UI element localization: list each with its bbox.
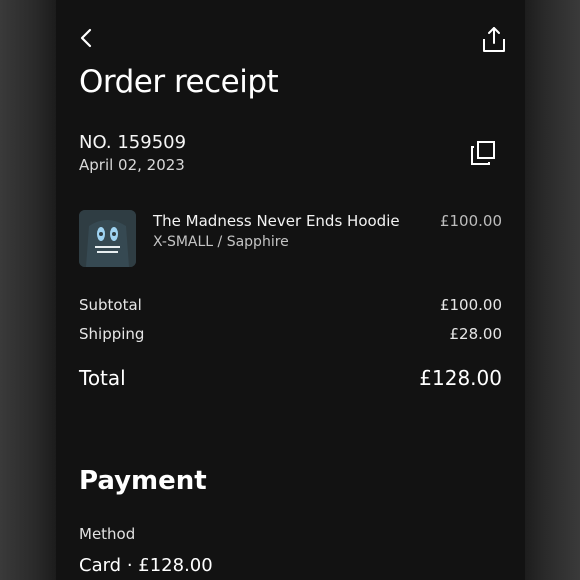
product-name[interactable]: The Madness Never Ends Hoodie [153, 212, 400, 230]
product-variant: X-SMALL / Sapphire [153, 234, 289, 250]
page-title: Order receipt [79, 64, 279, 100]
product-price: £100.00 [439, 212, 502, 230]
payment-section-title: Payment [79, 466, 207, 496]
total-label: Total [79, 366, 126, 390]
chevron-left-icon [80, 28, 92, 48]
order-date: April 02, 2023 [79, 156, 185, 174]
back-button[interactable] [74, 24, 98, 52]
share-icon [483, 27, 505, 52]
total-value: £128.00 [419, 366, 502, 390]
receipt-screen: Order receipt NO. 159509 April 02, 2023 … [56, 0, 525, 580]
subtotal-label: Subtotal [79, 296, 142, 314]
subtotal-value: £100.00 [439, 296, 502, 314]
order-number: NO. 159509 [79, 132, 187, 153]
hoodie-image [79, 210, 136, 267]
product-thumbnail[interactable] [79, 210, 136, 267]
shipping-value: £28.00 [449, 325, 503, 343]
payment-method-label: Method [79, 525, 136, 543]
shipping-label: Shipping [79, 325, 145, 343]
copy-icon [471, 141, 495, 165]
payment-method-value: Card · £128.00 [79, 555, 213, 576]
copy-order-button[interactable] [468, 138, 498, 168]
share-button[interactable] [478, 22, 510, 56]
